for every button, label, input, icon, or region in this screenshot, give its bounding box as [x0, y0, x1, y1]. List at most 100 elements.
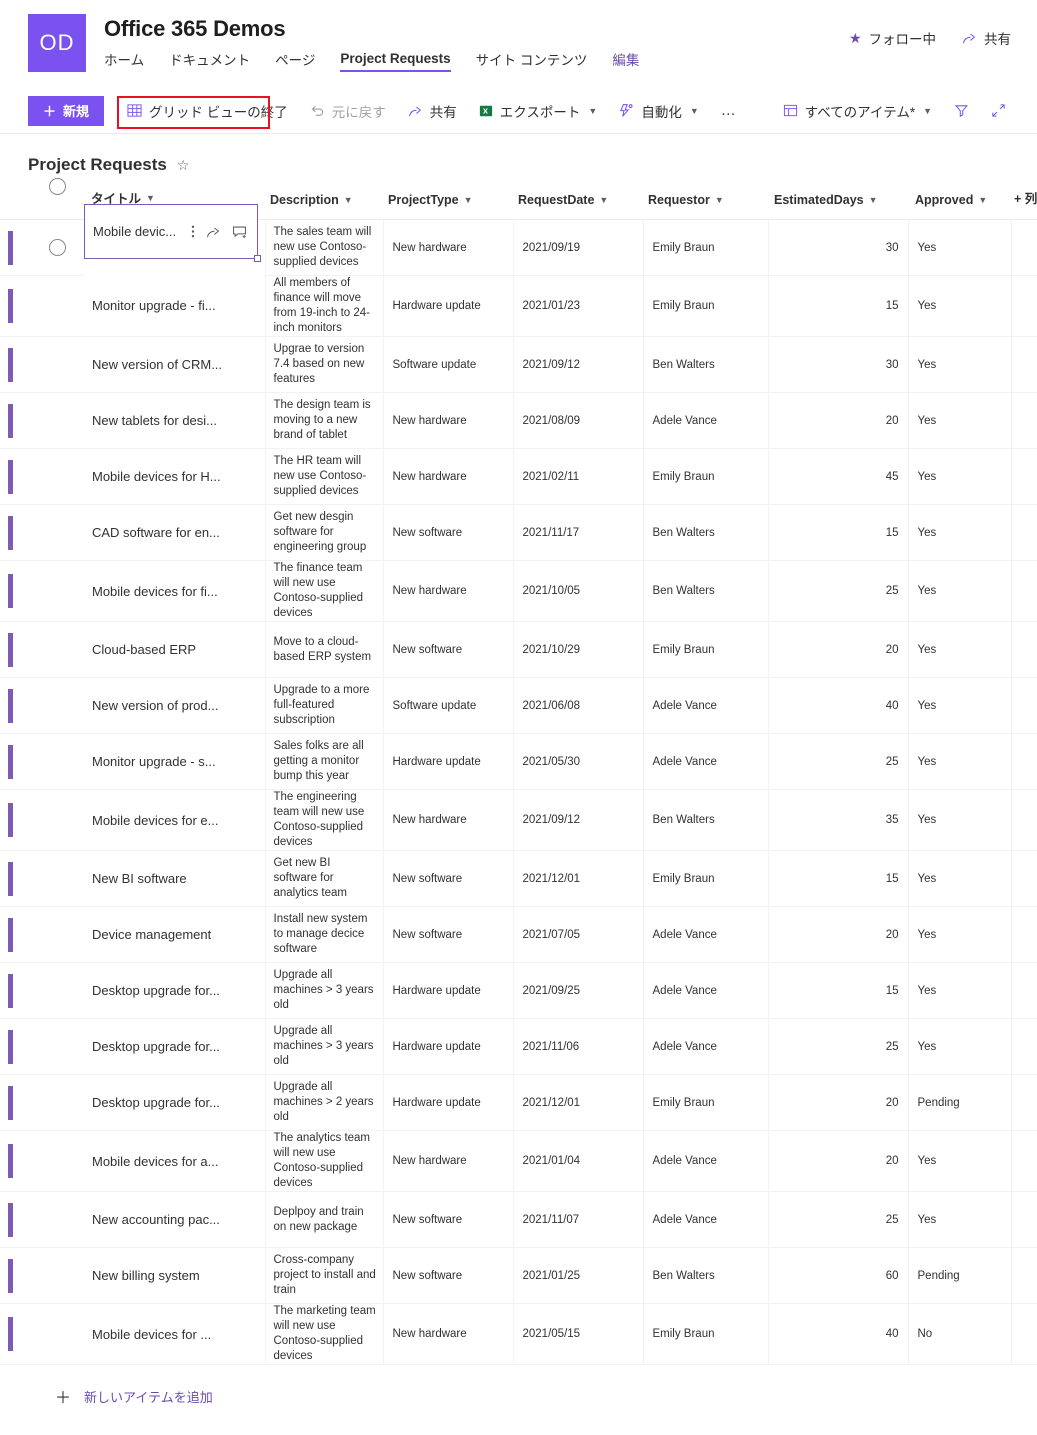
- row-select-cell[interactable]: [36, 621, 84, 678]
- cell-requestor[interactable]: Adele Vance: [642, 1018, 768, 1075]
- cell-description[interactable]: Upgrade all machines > 2 years old: [264, 1074, 383, 1131]
- cell-requestdate[interactable]: 2021/11/06: [512, 1018, 643, 1075]
- header-description[interactable]: Description ▼: [265, 178, 383, 220]
- cell-approved[interactable]: Yes: [907, 219, 1011, 276]
- cell-description[interactable]: Deplpoy and train on new package: [264, 1191, 383, 1248]
- share-button-header[interactable]: 共有: [962, 28, 1011, 48]
- cell-requestdate[interactable]: 2021/11/07: [512, 1191, 643, 1248]
- cell-estimateddays[interactable]: 20: [767, 906, 908, 963]
- cell-description[interactable]: All members of finance will move from 19…: [264, 275, 383, 337]
- cell-requestdate[interactable]: 2021/10/29: [512, 621, 643, 678]
- cell-title[interactable]: Device management: [84, 906, 265, 963]
- cell-requestor[interactable]: Emily Braun: [642, 275, 768, 337]
- active-cell-editor[interactable]: Mobile devic...: [84, 204, 261, 262]
- cell-projecttype[interactable]: New hardware: [382, 448, 513, 505]
- cell-requestor[interactable]: Adele Vance: [642, 1191, 768, 1248]
- cell-description[interactable]: The analytics team will new use Contoso-…: [264, 1130, 383, 1192]
- table-row[interactable]: Desktop upgrade for... Upgrade all machi…: [0, 1074, 1037, 1131]
- cell-projecttype[interactable]: Hardware update: [382, 1018, 513, 1075]
- row-select-cell[interactable]: [36, 275, 84, 337]
- cell-requestor[interactable]: Adele Vance: [642, 962, 768, 1019]
- header-projecttype[interactable]: ProjectType ▼: [383, 178, 513, 220]
- row-select-circle-icon[interactable]: [49, 239, 66, 256]
- cell-title[interactable]: Mobile devices for ...: [84, 1303, 265, 1365]
- cell-projecttype[interactable]: Hardware update: [382, 275, 513, 337]
- row-select-cell[interactable]: [36, 733, 84, 790]
- cell-requestdate[interactable]: 2021/01/25: [512, 1247, 643, 1304]
- cell-requestdate[interactable]: 2021/01/23: [512, 275, 643, 337]
- cell-estimateddays[interactable]: 40: [767, 1303, 908, 1365]
- more-options-icon[interactable]: [191, 224, 195, 239]
- cell-approved[interactable]: Yes: [907, 1191, 1011, 1248]
- cell-estimateddays[interactable]: 45: [767, 448, 908, 505]
- cell-requestor[interactable]: Adele Vance: [642, 677, 768, 734]
- row-select-cell[interactable]: [36, 336, 84, 393]
- table-row[interactable]: New tablets for desi... The design team …: [0, 392, 1037, 449]
- table-row[interactable]: Mobile devices for fi... The finance tea…: [0, 560, 1037, 622]
- header-requestdate[interactable]: RequestDate ▼: [513, 178, 643, 220]
- row-select-cell[interactable]: [36, 1130, 84, 1192]
- row-select-cell[interactable]: [36, 504, 84, 561]
- cell-approved[interactable]: Yes: [907, 906, 1011, 963]
- table-row[interactable]: Mobile devices for ... The marketing tea…: [0, 1303, 1037, 1365]
- row-select-cell[interactable]: [36, 1018, 84, 1075]
- cell-approved[interactable]: Yes: [907, 1130, 1011, 1192]
- cell-requestdate[interactable]: 2021/09/25: [512, 962, 643, 1019]
- cell-approved[interactable]: Yes: [907, 789, 1011, 851]
- cell-title[interactable]: Mobile devices for fi...: [84, 560, 265, 622]
- row-select-cell[interactable]: [36, 789, 84, 851]
- table-row[interactable]: Mobile devices for a... The analytics te…: [0, 1130, 1037, 1192]
- cell-projecttype[interactable]: Hardware update: [382, 1074, 513, 1131]
- cell-estimateddays[interactable]: 20: [767, 392, 908, 449]
- cell-approved[interactable]: Yes: [907, 336, 1011, 393]
- cell-estimateddays[interactable]: 25: [767, 733, 908, 790]
- cell-requestor[interactable]: Ben Walters: [642, 1247, 768, 1304]
- cell-projecttype[interactable]: New software: [382, 504, 513, 561]
- cell-description[interactable]: The marketing team will new use Contoso-…: [264, 1303, 383, 1365]
- cell-projecttype[interactable]: New hardware: [382, 560, 513, 622]
- cell-requestor[interactable]: Adele Vance: [642, 733, 768, 790]
- cell-projecttype[interactable]: New software: [382, 850, 513, 907]
- table-row[interactable]: New accounting pac... Deplpoy and train …: [0, 1191, 1037, 1248]
- undo-button[interactable]: 元に戻す: [299, 95, 397, 127]
- header-add-column[interactable]: + 列を: [1011, 178, 1037, 220]
- cell-description[interactable]: The finance team will new use Contoso-su…: [264, 560, 383, 622]
- cell-title[interactable]: Mobile devices for e...: [84, 789, 265, 851]
- new-button[interactable]: ＋ 新規: [28, 95, 105, 126]
- cell-title[interactable]: Cloud-based ERP: [84, 621, 265, 678]
- cell-requestdate[interactable]: 2021/08/09: [512, 392, 643, 449]
- cell-approved[interactable]: Yes: [907, 1018, 1011, 1075]
- cell-estimateddays[interactable]: 15: [767, 850, 908, 907]
- cell-approved[interactable]: Yes: [907, 733, 1011, 790]
- cell-estimateddays[interactable]: 25: [767, 1191, 908, 1248]
- cell-projecttype[interactable]: New software: [382, 906, 513, 963]
- cell-requestdate[interactable]: 2021/09/19: [512, 219, 643, 276]
- table-row[interactable]: Mobile devices for H... The HR team will…: [0, 448, 1037, 505]
- cell-approved[interactable]: Yes: [907, 850, 1011, 907]
- cell-estimateddays[interactable]: 15: [767, 962, 908, 1019]
- favorite-star-icon[interactable]: ☆: [177, 157, 190, 174]
- table-row[interactable]: CAD software for en... Get new desgin so…: [0, 504, 1037, 561]
- cell-projecttype[interactable]: New hardware: [382, 1303, 513, 1365]
- cell-estimateddays[interactable]: 60: [767, 1247, 908, 1304]
- comment-add-icon[interactable]: [232, 225, 247, 239]
- cell-projecttype[interactable]: Hardware update: [382, 733, 513, 790]
- table-row[interactable]: Desktop upgrade for... Upgrade all machi…: [0, 962, 1037, 1019]
- table-row[interactable]: Monitor upgrade - fi... All members of f…: [0, 275, 1037, 337]
- cell-requestor[interactable]: Emily Braun: [642, 1303, 768, 1365]
- cell-projecttype[interactable]: New software: [382, 1191, 513, 1248]
- cell-estimateddays[interactable]: 35: [767, 789, 908, 851]
- cell-projecttype[interactable]: New software: [382, 621, 513, 678]
- row-select-cell[interactable]: [36, 906, 84, 963]
- cell-requestor[interactable]: Ben Walters: [642, 336, 768, 393]
- cell-approved[interactable]: Yes: [907, 448, 1011, 505]
- cell-description[interactable]: Upgrae to version 7.4 based on new featu…: [264, 336, 383, 393]
- cell-approved[interactable]: Pending: [907, 1074, 1011, 1131]
- cell-description[interactable]: Get new BI software for analytics team: [264, 850, 383, 907]
- cell-requestor[interactable]: Emily Braun: [642, 1074, 768, 1131]
- cell-requestdate[interactable]: 2021/12/01: [512, 850, 643, 907]
- row-select-cell[interactable]: [36, 219, 84, 276]
- row-select-cell[interactable]: [36, 560, 84, 622]
- row-select-cell[interactable]: [36, 448, 84, 505]
- cell-title[interactable]: CAD software for en...: [84, 504, 265, 561]
